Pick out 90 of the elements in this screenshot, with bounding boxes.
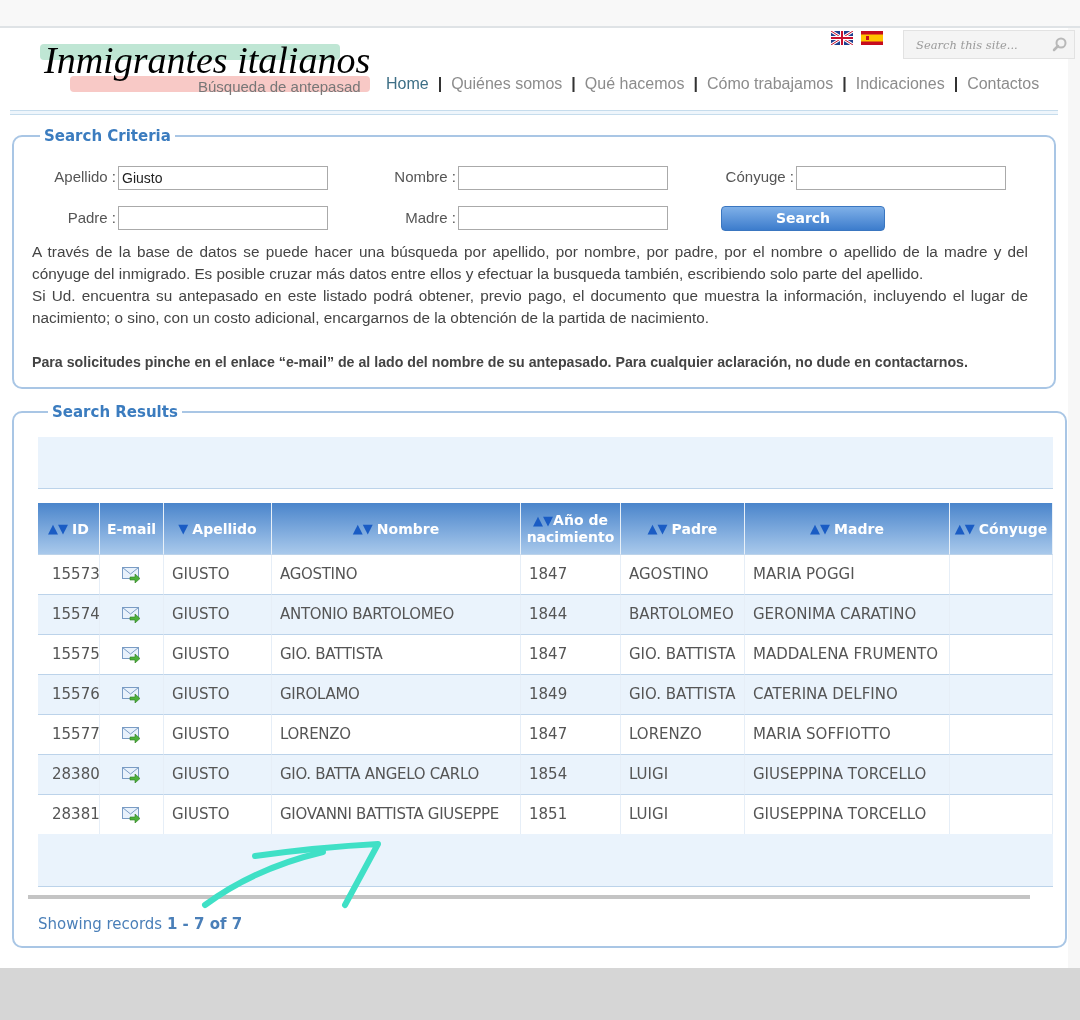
table-cell: GIUSTO <box>164 794 272 834</box>
table-cell: GIO. BATTISTA <box>621 674 745 714</box>
table-cell: MARIA POGGI <box>745 554 950 594</box>
input-field[interactable] <box>458 165 668 190</box>
table-cell: AGOSTINO <box>621 554 745 594</box>
panel-legend: Search Criteria <box>40 125 175 148</box>
nav-separator: | <box>693 74 698 94</box>
table-cell: GERONIMA CARATINO <box>745 594 950 634</box>
table-cell: 15573 <box>38 554 100 594</box>
table-cell: 15575 <box>38 634 100 674</box>
table-cell: 1849 <box>521 674 621 714</box>
column-header[interactable]: ▲▼ Madre <box>745 503 950 554</box>
table-cell: AGOSTINO <box>272 554 521 594</box>
table-cell: 1854 <box>521 754 621 794</box>
english-flag-icon[interactable] <box>831 31 853 45</box>
table-cell: GIO. BATTA ANGELO CARLO <box>272 754 521 794</box>
table-cell: LORENZO <box>272 714 521 754</box>
table-cell: 15576 <box>38 674 100 714</box>
column-header[interactable]: ▲▼Año de nacimiento <box>521 503 621 554</box>
table-cell: 15574 <box>38 594 100 634</box>
email-icon[interactable] <box>122 606 141 623</box>
table-cell: 15577 <box>38 714 100 754</box>
table-cell: GIUSTO <box>164 754 272 794</box>
table-cell: 1847 <box>521 634 621 674</box>
nav-link[interactable]: Qué hacemos <box>584 72 685 96</box>
input-field[interactable] <box>118 206 328 230</box>
nav-separator: | <box>842 74 847 94</box>
input-field[interactable]: Giusto <box>118 165 328 190</box>
column-header[interactable]: ▲▼ ID <box>38 503 100 554</box>
table-cell: LUIGI <box>621 754 745 794</box>
email-icon[interactable] <box>122 646 141 663</box>
table-cell: GIROLAMO <box>272 674 521 714</box>
field-label: Apellido : <box>53 167 117 188</box>
column-header[interactable]: ▲▼ Nombre <box>272 503 521 554</box>
nav-separator: | <box>953 74 959 94</box>
nav-link[interactable]: Cómo trabajamos <box>706 72 834 96</box>
table-cell: LUIGI <box>621 794 745 834</box>
nav-link[interactable]: Contactos <box>967 72 1040 96</box>
table-cell: GIOVANNI BATTISTA GIUSEPPE <box>272 794 521 834</box>
nav-link[interactable]: Home <box>386 72 429 96</box>
logo[interactable]: Inmigrantes italianos Búsqueda de antepasad <box>40 42 378 98</box>
search-button[interactable]: Search <box>721 205 885 231</box>
nav-link[interactable]: Quiénes somos <box>451 72 563 96</box>
column-header[interactable]: ▲▼ Padre <box>621 503 745 554</box>
panel-legend: Search Results <box>48 400 182 423</box>
table-cell: GIUSEPPINA TORCELLO <box>745 754 950 794</box>
field-label: Madre : <box>404 207 457 228</box>
column-header[interactable]: ▼ Apellido <box>164 503 272 554</box>
nav-separator: | <box>571 74 576 94</box>
nav-separator: | <box>437 74 443 94</box>
email-icon[interactable] <box>122 566 141 583</box>
table-cell: GIUSTO <box>164 594 272 634</box>
column-header[interactable]: ▲▼ Cónyuge <box>950 503 1053 554</box>
column-header[interactable]: E-mail <box>100 503 164 554</box>
table-cell: GIUSTO <box>164 634 272 674</box>
description-text: Si Ud. encuentra su antepasado en este listado podrá obtener, previo pago, el documento que muestra la información, incluyendo el lugar de nacimiento; o sino, con un costo adicional, encargarnos de la obtención de la partida de nacimiento. <box>32 285 1028 328</box>
table-cell: CATERINA DELFINO <box>745 674 950 714</box>
table-cell: 1851 <box>521 794 621 834</box>
input-field[interactable] <box>796 165 1006 190</box>
search-icon[interactable] <box>1052 37 1067 52</box>
field-label: Cónyuge : <box>724 167 795 188</box>
table-cell: 1847 <box>521 554 621 594</box>
spanish-flag-icon[interactable] <box>861 31 883 45</box>
field-label: Padre : <box>66 207 117 228</box>
table-cell: GIUSEPPINA TORCELLO <box>745 794 950 834</box>
instructions-text: Para solicitudes pinche en el enlace “e-mail” de al lado del nombre de su antepasado. Para cualquier aclaración, no dude en contactarnos. <box>32 352 969 372</box>
table-cell: GIUSTO <box>164 554 272 594</box>
table-cell: MADDALENA FRUMENTO <box>745 634 950 674</box>
email-icon[interactable] <box>122 726 141 743</box>
table-cell: MARIA SOFFIOTTO <box>745 714 950 754</box>
table-cell: LORENZO <box>621 714 745 754</box>
table-cell: 1844 <box>521 594 621 634</box>
table-cell: 28381 <box>38 794 100 834</box>
table-cell: ANTONIO BARTOLOMEO <box>272 594 521 634</box>
table-cell: GIO. BATTISTA <box>272 634 521 674</box>
record-count-text: Showing records 1 - 7 of 7 <box>38 914 244 935</box>
field-label: Nombre : <box>393 167 457 188</box>
email-icon[interactable] <box>122 686 141 703</box>
input-field[interactable] <box>458 206 668 230</box>
description-text: A través de la base de datos se puede hacer una búsqueda por apellido, por nombre, por padre, por el nombre o apellido de la madre y del cónyuge del inmigrado. Es posible cruzar más datos entre ellos y efectuar la busqueda también, escribiendo solo parte del apellido. <box>32 241 1028 284</box>
table-cell: 28380 <box>38 754 100 794</box>
nav-link[interactable]: Indicaciones <box>855 72 945 96</box>
email-icon[interactable] <box>122 766 141 783</box>
site-search-field[interactable]: Search this site... <box>903 30 1075 59</box>
table-cell: BARTOLOMEO <box>621 594 745 634</box>
table-cell: 1847 <box>521 714 621 754</box>
table-cell: GIUSTO <box>164 714 272 754</box>
table-cell: GIO. BATTISTA <box>621 634 745 674</box>
table-cell: GIUSTO <box>164 674 272 714</box>
email-icon[interactable] <box>122 806 141 823</box>
